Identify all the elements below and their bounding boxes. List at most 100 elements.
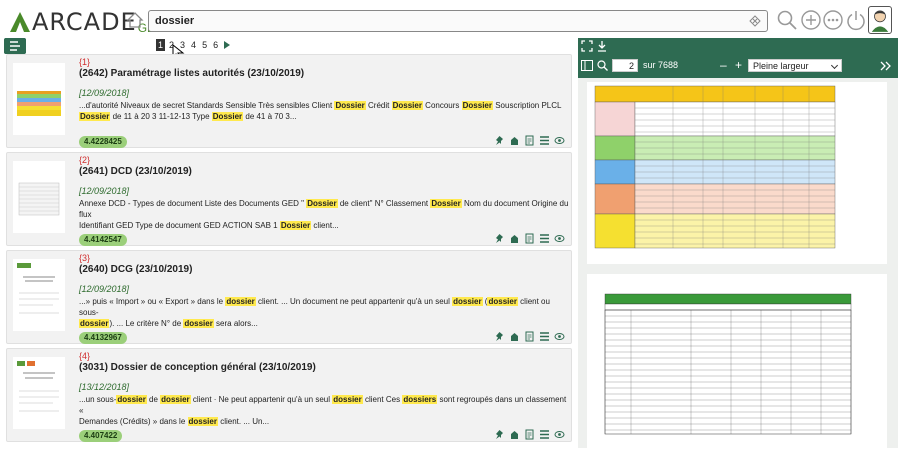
result-actions	[494, 429, 565, 440]
result-card[interactable]: {2} (2641) DCD (23/10/2019) [12/09/2018]…	[6, 152, 572, 246]
search-icon[interactable]	[776, 9, 798, 31]
document-thumbnail[interactable]	[13, 259, 65, 331]
power-icon[interactable]	[845, 9, 867, 31]
result-title[interactable]: (3031) Dossier de conception général (23…	[79, 362, 316, 373]
pager: 1 2 3 4 5 6	[156, 38, 231, 52]
document-icon[interactable]	[524, 429, 535, 440]
add-icon[interactable]	[800, 9, 822, 31]
snippet-highlight: Dossier	[461, 101, 493, 110]
zoom-select[interactable]: Pleine largeur	[748, 59, 842, 72]
double-chevron-right-icon[interactable]	[880, 61, 892, 71]
document-icon[interactable]	[524, 233, 535, 244]
list-icon[interactable]	[539, 429, 550, 440]
zoom-select-value: Pleine largeur	[753, 61, 809, 71]
snippet-highlight: Dossier	[430, 199, 462, 208]
page-link-1[interactable]: 1	[156, 39, 166, 51]
table-preview-image	[594, 85, 836, 249]
list-icon[interactable]	[539, 233, 550, 244]
snippet-line: Identifiant GED Type de document GED ACT…	[79, 220, 569, 231]
snippet-text: de 41 à 70 3...	[243, 112, 297, 121]
result-actions	[494, 233, 565, 244]
page-number-input[interactable]: 2	[612, 59, 638, 72]
result-title[interactable]: (2641) DCD (23/10/2019)	[79, 166, 192, 177]
share-icon[interactable]	[509, 429, 520, 440]
results-toolbar: 1 2 3 4 5 6	[0, 38, 578, 54]
home-icon[interactable]	[126, 11, 144, 29]
eye-icon[interactable]	[554, 331, 565, 342]
document-thumbnail[interactable]	[13, 357, 65, 429]
viewer-search-icon[interactable]	[597, 60, 608, 71]
snippet-text: client Ces	[362, 395, 403, 404]
snippet-highlight: Dossier	[279, 221, 312, 230]
clear-search-icon[interactable]	[749, 15, 761, 27]
pin-icon[interactable]	[494, 429, 505, 440]
document-page-preview	[587, 274, 887, 448]
pin-icon[interactable]	[494, 135, 505, 146]
sidebar-toggle-icon[interactable]	[581, 60, 593, 71]
search-value: dossier	[155, 15, 195, 27]
page-link-5[interactable]: 5	[200, 39, 209, 51]
result-number: {2}	[79, 155, 91, 165]
snippet-highlight: dossier	[116, 395, 147, 404]
snippet-text: Identifiant GED Type de document GED ACT…	[79, 221, 280, 230]
chevron-down-icon	[830, 61, 839, 70]
user-avatar-icon	[871, 10, 889, 32]
snippet-highlight: Dossier	[211, 112, 244, 121]
zoom-in-icon[interactable]: +	[735, 58, 742, 72]
list-icon[interactable]	[539, 135, 550, 146]
document-thumbnail[interactable]	[13, 63, 65, 135]
user-avatar[interactable]	[868, 6, 892, 34]
page-link-6[interactable]: 6	[211, 39, 220, 51]
snippet-highlight: Dossier	[334, 101, 366, 110]
document-viewer: 2 sur 7688 – + Pleine largeur	[578, 38, 898, 448]
snippet-line: Demandes (Crédits) » dans le dossier cli…	[79, 416, 569, 427]
snippet-text: client. ... Un...	[217, 417, 270, 426]
list-icon[interactable]	[539, 331, 550, 342]
snippet-highlight: dossier	[187, 417, 218, 426]
download-icon[interactable]	[596, 40, 608, 52]
eye-icon[interactable]	[554, 429, 565, 440]
result-title[interactable]: (2640) DCG (23/10/2019)	[79, 264, 192, 275]
snippet-highlight: dossier	[487, 297, 518, 306]
result-card[interactable]: {1} (2642) Paramétrage listes autorités …	[6, 54, 572, 148]
result-title[interactable]: (2642) Paramétrage listes autorités (23/…	[79, 68, 304, 79]
result-card[interactable]: {3} (2640) DCG (23/10/2019) [12/09/2018]…	[6, 250, 572, 344]
relevance-score: 4.407422	[79, 430, 123, 442]
snippet-highlight: dossier	[183, 319, 214, 328]
pin-icon[interactable]	[494, 233, 505, 244]
document-icon[interactable]	[524, 135, 535, 146]
table-preview-image	[604, 293, 852, 435]
snippet-text: sera alors...	[213, 319, 258, 328]
share-icon[interactable]	[509, 233, 520, 244]
more-icon[interactable]	[822, 9, 844, 31]
logo-mark-icon	[10, 12, 30, 32]
next-page-icon[interactable]	[224, 41, 231, 49]
zoom-out-icon[interactable]: –	[720, 58, 727, 72]
document-icon[interactable]	[524, 331, 535, 342]
snippet-text: client. ... Un document ne peut apparten…	[255, 297, 453, 306]
document-thumbnail[interactable]	[13, 161, 65, 233]
page-link-4[interactable]: 4	[189, 39, 198, 51]
document-page-preview	[587, 82, 887, 264]
pin-icon[interactable]	[494, 331, 505, 342]
page-total: sur 7688	[643, 60, 679, 70]
share-icon[interactable]	[509, 135, 520, 146]
fullscreen-icon[interactable]	[581, 40, 593, 52]
result-date: [12/09/2018]	[79, 186, 130, 196]
eye-icon[interactable]	[554, 233, 565, 244]
relevance-score: 4.4142547	[79, 234, 127, 246]
result-number: {3}	[79, 253, 91, 263]
menu-icon[interactable]	[4, 38, 26, 54]
eye-icon[interactable]	[554, 135, 565, 146]
snippet-text: Demandes (Crédits) » dans le	[79, 417, 188, 426]
result-card[interactable]: {4} (3031) Dossier de conception général…	[6, 348, 572, 442]
snippet-text: Concours	[422, 101, 462, 110]
result-snippet: ...un sous-dossier de dossier client · N…	[79, 394, 569, 427]
search-input[interactable]: dossier	[148, 10, 768, 32]
snippet-text: ). ... Le critère N° de	[109, 319, 184, 328]
snippet-text: de client" N° Classement	[337, 199, 431, 208]
snippet-text: de	[146, 395, 161, 404]
share-icon[interactable]	[509, 331, 520, 342]
snippet-text: ...d'autorité Niveaux de secret Standard…	[79, 101, 335, 110]
result-date: [12/09/2018]	[79, 88, 130, 98]
